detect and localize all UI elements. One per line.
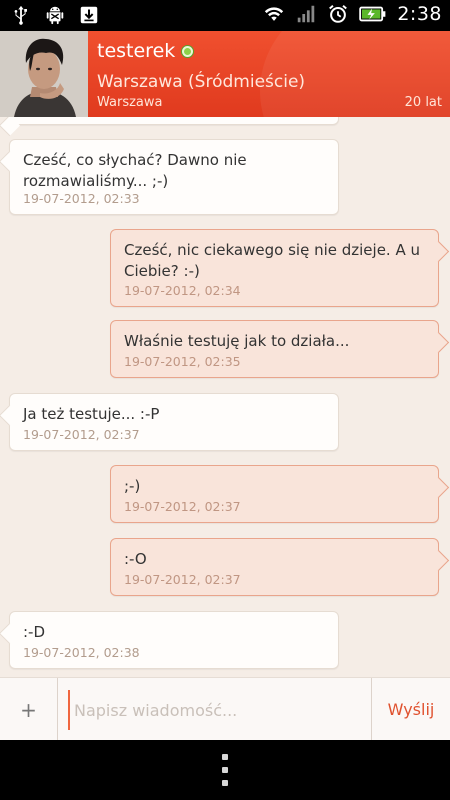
message-bubble[interactable]: Cześć, nic ciekawego się nie dzieje. A u… (110, 229, 439, 307)
message-bubble[interactable]: ;-) 19-07-2012, 02:37 (110, 465, 439, 523)
message-bubble[interactable]: :-D 19-07-2012, 02:38 (9, 611, 339, 669)
message-time: 19-07-2012, 02:37 (124, 572, 241, 587)
avatar[interactable] (0, 31, 88, 117)
message-input[interactable] (68, 690, 362, 730)
message-bubble[interactable]: Właśnie testuję jak to działa... 19-07-2… (110, 320, 439, 378)
usb-icon (14, 5, 27, 25)
menu-dots-icon[interactable] (216, 754, 234, 786)
message-bubble[interactable]: :-O 19-07-2012, 02:37 (110, 538, 439, 596)
message-list[interactable]: Cześć, co słychać? Dawno nie rozmawialiś… (0, 117, 450, 677)
message-text: Ja też testuje... :-P (23, 405, 160, 423)
profile-header[interactable]: testerek Warszawa (Śródmieście) Warszawa… (0, 31, 450, 117)
navigation-bar (0, 740, 450, 800)
status-time: 2:38 (397, 3, 442, 25)
message-time: 19-07-2012, 02:35 (124, 354, 241, 369)
message-bubble[interactable]: Ja też testuje... :-P 19-07-2012, 02:37 (9, 393, 339, 451)
message-text: Cześć, co słychać? Dawno nie rozmawialiś… (23, 151, 247, 190)
download-icon (80, 6, 98, 24)
message-text: :-D (23, 623, 46, 641)
message-text: Właśnie testuję jak to działa... (124, 332, 350, 350)
android-debug-icon (46, 6, 64, 25)
username: testerek (97, 40, 176, 62)
location: Warszawa (Śródmieście) (97, 72, 306, 92)
add-attachment-button[interactable]: + (0, 678, 58, 741)
message-time: 19-07-2012, 02:33 (23, 191, 140, 206)
city: Warszawa (97, 95, 163, 110)
message-time: 19-07-2012, 02:37 (124, 499, 241, 514)
message-time: 19-07-2012, 02:37 (23, 427, 140, 442)
age: 20 lat (404, 95, 442, 110)
message-bubble[interactable]: Cześć, co słychać? Dawno nie rozmawialiś… (9, 139, 339, 215)
alarm-icon (329, 4, 348, 23)
status-bar: 2:38 (0, 0, 450, 31)
wifi-icon (265, 7, 284, 21)
username-row: testerek (97, 40, 194, 62)
message-time: 19-07-2012, 02:34 (124, 283, 241, 298)
battery-charging-icon (359, 6, 386, 22)
message-time: 19-07-2012, 02:38 (23, 645, 140, 660)
message-text: Cześć, nic ciekawego się nie dzieje. A u… (124, 241, 420, 280)
online-status-icon (182, 45, 194, 57)
message-bubble-partial (9, 117, 339, 125)
send-button[interactable]: Wyślij (371, 678, 450, 741)
message-text: ;-) (124, 477, 141, 495)
signal-icon (298, 5, 315, 23)
composer-bar: + Wyślij (0, 677, 450, 741)
message-text: :-O (124, 550, 147, 568)
